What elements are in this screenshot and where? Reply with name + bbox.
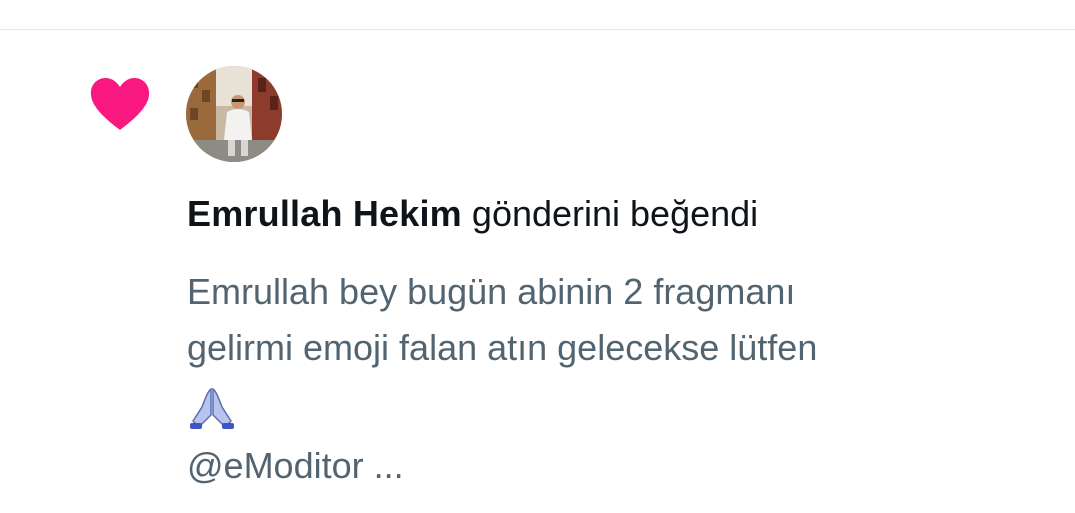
avatar[interactable] xyxy=(186,66,282,162)
heart-icon xyxy=(88,76,152,132)
folded-hands-icon xyxy=(187,385,237,431)
action-text: gönderini beğendi xyxy=(471,193,759,234)
notifications-page: Emrullah Hekim gönderini beğendi Emrulla… xyxy=(0,0,1075,513)
tweet-preview[interactable]: Emrullah bey bugün abinin 2 fragmanı gel… xyxy=(187,264,1047,376)
user-name-link[interactable]: Emrullah Hekim xyxy=(187,193,462,234)
tweet-line: Emrullah bey bugün abinin 2 fragmanı xyxy=(187,271,796,312)
mention-handle[interactable]: @eModitor ... xyxy=(187,440,404,492)
tweet-line: gelirmi emoji falan atın gelecekse lütfe… xyxy=(187,327,818,368)
notification-headline: Emrullah Hekim gönderini beğendi xyxy=(187,190,1047,238)
